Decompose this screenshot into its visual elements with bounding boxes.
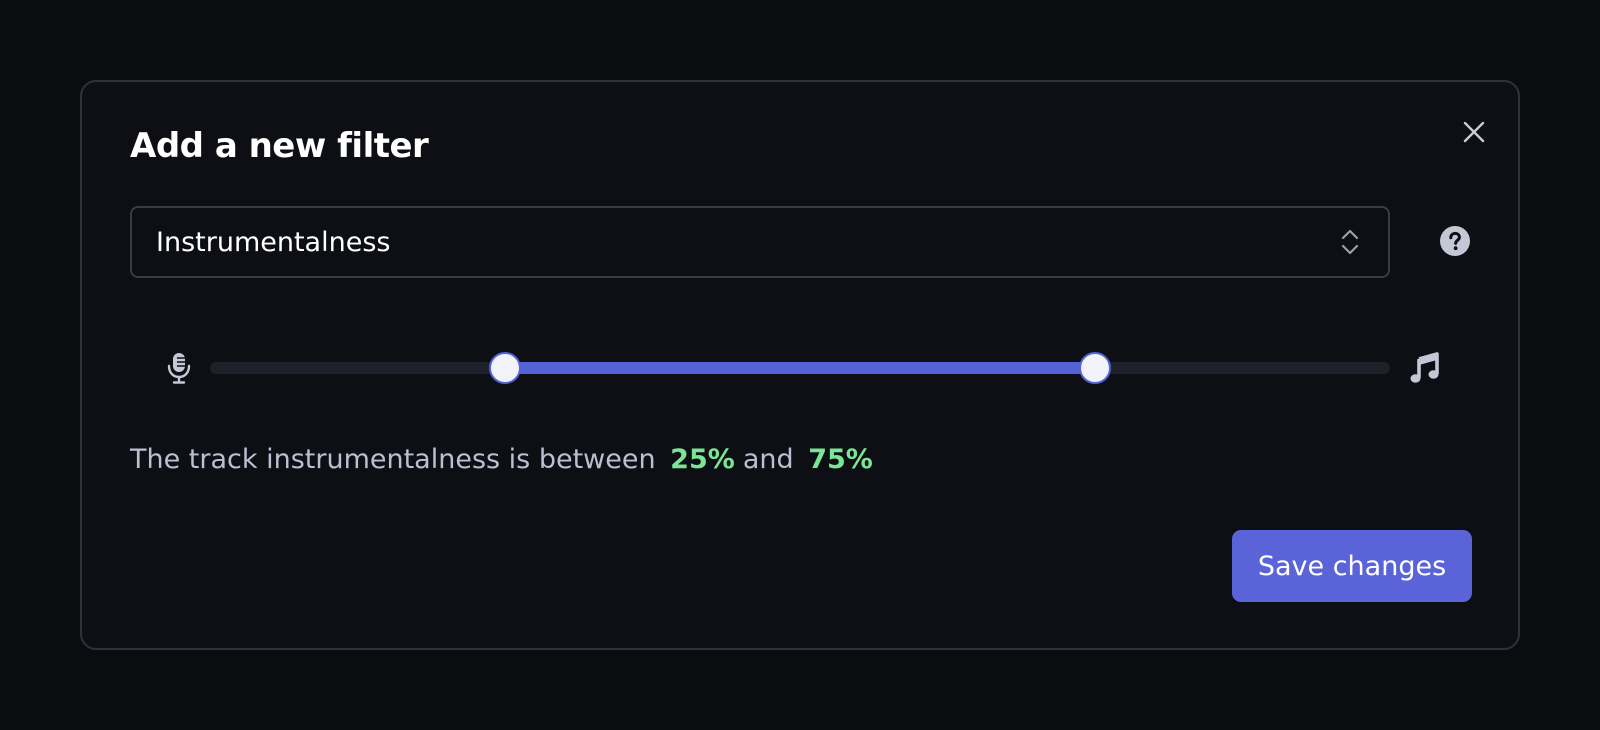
music-note-icon bbox=[1410, 352, 1439, 383]
help-circle-icon[interactable] bbox=[1440, 226, 1470, 256]
chevron-up-down-icon bbox=[1341, 229, 1359, 255]
filter-summary-text: The track instrumentalness is between 25… bbox=[130, 444, 881, 475]
close-button[interactable] bbox=[1458, 116, 1490, 148]
dialog-title: Add a new filter bbox=[130, 126, 429, 166]
close-icon bbox=[1463, 121, 1485, 143]
range-slider-min-thumb[interactable] bbox=[489, 352, 521, 384]
range-slider-max-thumb[interactable] bbox=[1079, 352, 1111, 384]
filter-type-value: Instrumentalness bbox=[156, 226, 391, 258]
summary-low-value: 25% bbox=[670, 444, 735, 475]
microphone-icon bbox=[167, 353, 191, 384]
summary-and: and bbox=[742, 444, 794, 475]
range-slider-fill bbox=[505, 362, 1095, 374]
summary-high-value: 75% bbox=[808, 444, 873, 475]
range-slider-track[interactable] bbox=[210, 352, 1390, 384]
add-filter-dialog: Add a new filter Instrumentalness The tr… bbox=[80, 80, 1520, 650]
summary-prefix: The track instrumentalness is between bbox=[130, 444, 656, 475]
save-changes-button[interactable]: Save changes bbox=[1232, 530, 1472, 602]
filter-type-select[interactable]: Instrumentalness bbox=[130, 206, 1390, 278]
